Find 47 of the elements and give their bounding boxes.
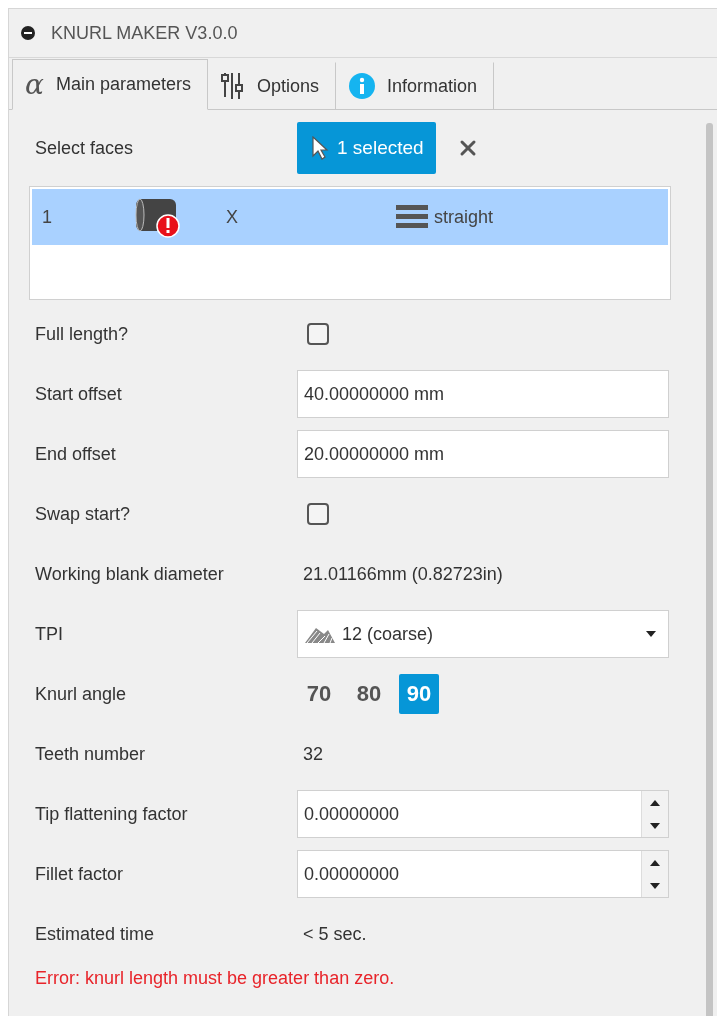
table-cell: straight (434, 206, 494, 228)
tab-label: Information (387, 75, 478, 97)
text-field[interactable]: 20.00000000 mm (297, 430, 669, 478)
window-title: KNURL MAKER V3.0.0 (51, 22, 238, 44)
field-label: Fillet factor (34, 863, 125, 885)
scrollbar[interactable] (706, 123, 713, 1016)
field-label: Select faces (34, 137, 135, 159)
checkbox[interactable] (307, 323, 329, 345)
field-label: Estimated time (34, 923, 156, 945)
value-text: 32 (302, 743, 324, 765)
table-cell-text: 1 (41, 206, 53, 228)
error-message: Error: knurl length must be greater than zero. (34, 968, 396, 989)
sliders-icon (221, 73, 245, 99)
number-field[interactable]: 0.00000000 (297, 790, 669, 838)
field-label: Tip flattening factor (34, 803, 189, 825)
face-row[interactable]: 1 X straight (32, 189, 668, 245)
dropdown[interactable]: 12 (coarse) (297, 610, 669, 658)
field-value: 20.00000000 mm (303, 443, 446, 465)
alpha-icon: α (25, 70, 44, 99)
number-field[interactable]: 0.00000000 (297, 850, 669, 898)
collapse-icon[interactable] (21, 26, 35, 40)
field-value: 0.00000000 (303, 863, 401, 885)
angle-option[interactable]: 70 (299, 674, 339, 714)
value-text: < 5 sec. (302, 923, 367, 945)
field-value: 40.00000000 mm (303, 383, 446, 405)
field-value: 0.00000000 (303, 803, 401, 825)
checkbox[interactable] (307, 503, 329, 525)
field-label: Knurl angle (34, 683, 128, 705)
cursor-icon (311, 136, 329, 160)
tab-label: Options (257, 75, 320, 97)
lines-icon (396, 204, 428, 230)
field-label: Teeth number (34, 743, 147, 765)
caret-icon (646, 631, 656, 637)
angle-option[interactable]: 80 (349, 674, 389, 714)
info-icon (349, 73, 376, 99)
field-label: Start offset (34, 383, 123, 405)
field-label: TPI (34, 623, 64, 645)
text-field[interactable]: 40.00000000 mm (297, 370, 669, 418)
table-cell-text: X (226, 206, 239, 228)
dropdown-value: 12 (coarse) (342, 623, 435, 645)
field-label: Full length? (34, 323, 130, 345)
field-label: Working blank diameter (34, 563, 225, 585)
field-label: Swap start? (34, 503, 132, 525)
value-text: 21.01166mm (0.82723in) (302, 563, 503, 585)
tab[interactable]: α Main parameters (12, 59, 208, 110)
tab-label: Main parameters (55, 74, 191, 95)
field-label: End offset (34, 443, 117, 465)
